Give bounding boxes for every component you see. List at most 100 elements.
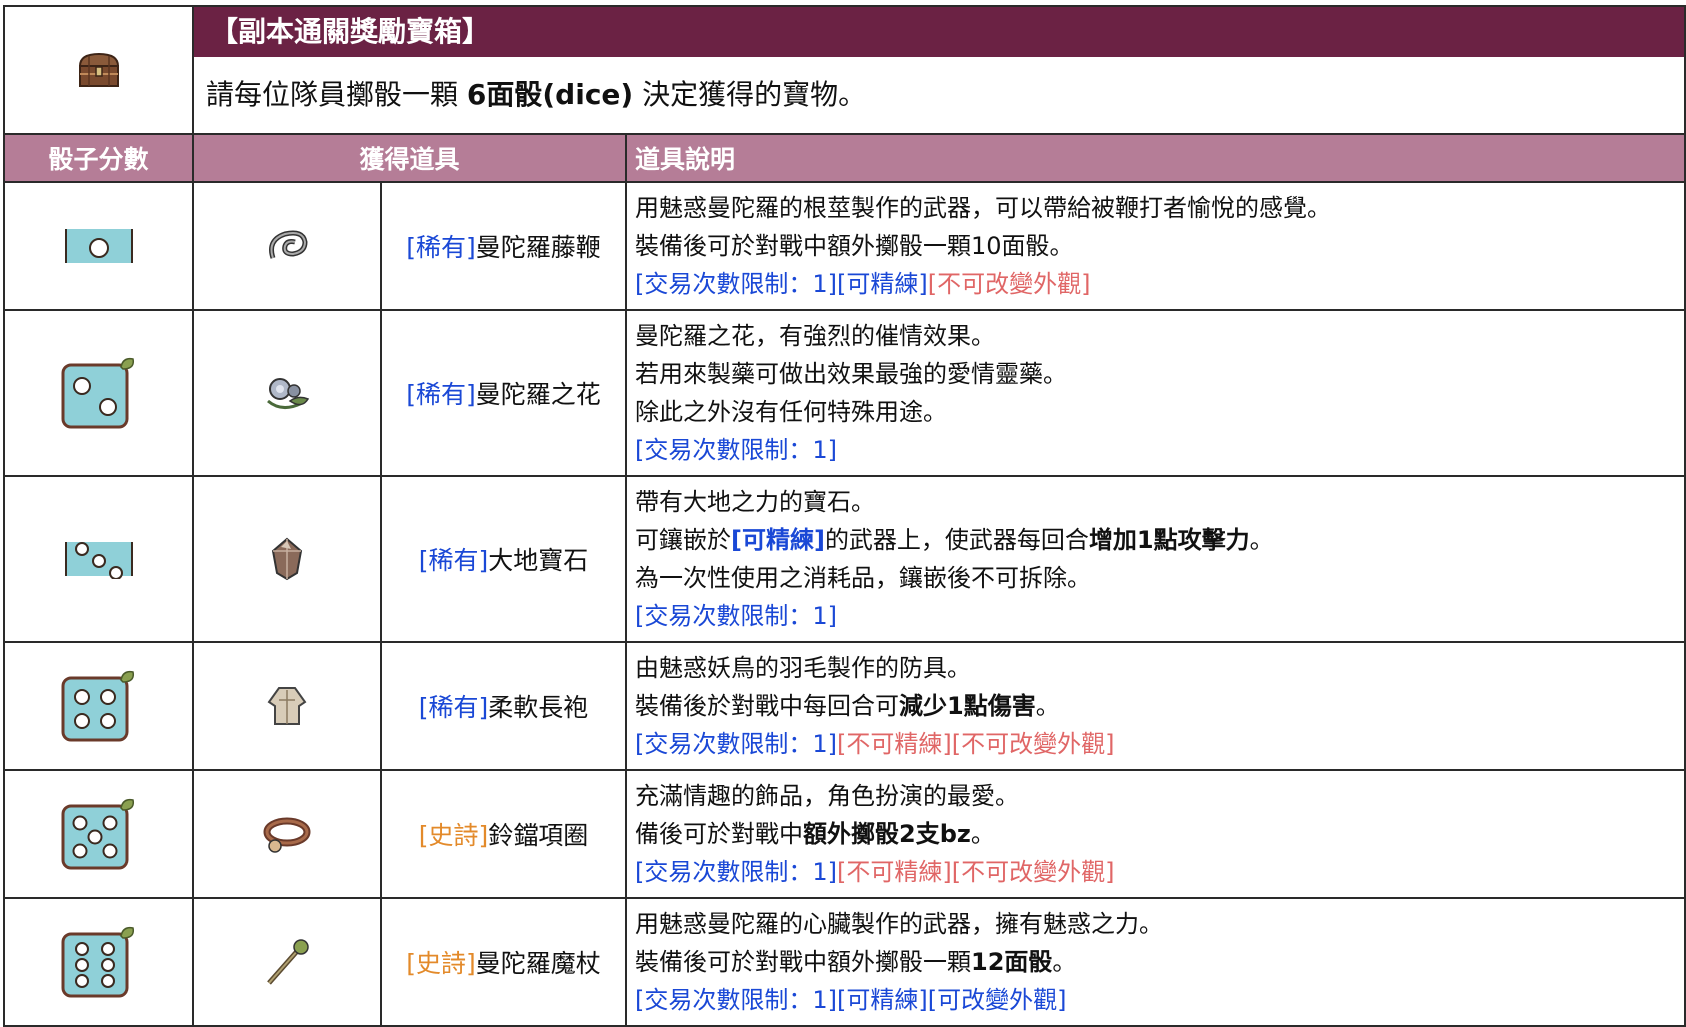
table-row: [稀有]曼陀羅之花 曼陀羅之花，有強烈的催情效果。 若用來製藥可做出效果最強的愛…: [3, 309, 1686, 477]
instructions-text: 請每位隊員擲骰一顆 6面骰(dice) 決定獲得的寶物。: [194, 57, 1684, 133]
robe-icon: [265, 687, 309, 725]
description-highlight: 增加1點攻擊力: [1088, 526, 1250, 554]
item-name-cell: [史詩]曼陀羅魔杖: [380, 897, 627, 1027]
rarity-label: [稀有]: [406, 233, 476, 262]
table-row: [稀有]曼陀羅藤鞭 用魅惑曼陀羅的根莖製作的武器，可以帶給被鞭打者愉悅的感覺。 …: [3, 181, 1686, 311]
description-tags: [交易次數限制：1][不可精練][不可改變外觀]: [635, 853, 1676, 891]
instructions-part-2: 決定獲得的寶物。: [633, 78, 867, 111]
title-cell: 【副本通關獎勵寶箱】 請每位隊員擲骰一顆 6面骰(dice) 決定獲得的寶物。: [191, 5, 1686, 135]
item-icon-cell: [192, 769, 382, 899]
description-tags: [交易次數限制：1][可精練][可改變外觀]: [635, 981, 1676, 1019]
description-text: 的武器上，使武器每回合: [824, 526, 1089, 554]
trade-limit-tag: [交易次數限制：1]: [635, 730, 837, 758]
dice-3-icon: [64, 542, 133, 579]
item-name: 鈴鐺項圈: [488, 821, 589, 850]
item-description: 用魅惑曼陀羅的根莖製作的武器，可以帶給被鞭打者愉悅的感覺。 裝備後可於對戰中額外…: [624, 181, 1686, 311]
trade-limit-tag: [交易次數限制：1]: [635, 858, 837, 886]
description-text: 。: [970, 820, 995, 848]
table-row: [稀有]大地寶石 帶有大地之力的寶石。 可鑲嵌於[可精練]的武器上，使武器每回合…: [3, 475, 1686, 643]
column-header-description: 道具說明: [624, 133, 1686, 183]
item-name: 曼陀羅藤鞭: [475, 233, 601, 262]
dice-4-icon: [59, 670, 139, 742]
reward-table-page: 【副本通關獎勵寶箱】 請每位隊員擲骰一顆 6面骰(dice) 決定獲得的寶物。 …: [0, 0, 1686, 1027]
description-line: 可鑲嵌於[可精練]的武器上，使武器每回合增加1點攻擊力。: [635, 521, 1676, 559]
item-description: 帶有大地之力的寶石。 可鑲嵌於[可精練]的武器上，使武器每回合增加1點攻擊力。 …: [624, 475, 1686, 643]
description-line: 裝備後可於對戰中額外擲骰一顆10面骰。: [635, 232, 1074, 260]
column-header-item: 獲得道具: [192, 133, 627, 183]
description-text: 裝備後於對戰中每回合可: [635, 692, 899, 720]
refinable-tag: [不可精練]: [837, 858, 952, 886]
item-description: 充滿情趣的飾品，角色扮演的最愛。 備後可於對戰中額外擲骰2支bz。 [交易次數限…: [624, 769, 1686, 899]
staff-icon: [263, 939, 311, 985]
description-text: 。: [1052, 948, 1077, 976]
refinable-tag: [可精練]: [837, 986, 928, 1014]
rarity-label: [稀有]: [418, 693, 489, 722]
refinable-tag: [可精練]: [731, 526, 825, 554]
column-header-dice: 骰子分數: [3, 133, 194, 183]
description-text: 可鑲嵌於: [635, 526, 731, 554]
description-highlight: 額外擲骰2支bz: [803, 820, 971, 848]
treasure-chest-icon: [76, 52, 122, 87]
description-line: 為一次性使用之消耗品，鑲嵌後不可拆除。: [635, 564, 1091, 592]
dice-5-icon: [59, 798, 139, 870]
table-row: [史詩]曼陀羅魔杖 用魅惑曼陀羅的心臟製作的武器，擁有魅惑之力。 裝備後可於對戰…: [3, 897, 1686, 1027]
description-tags: [交易次數限制：1][可精練][不可改變外觀]: [635, 265, 1676, 303]
item-name-cell: [稀有]柔軟長袍: [380, 641, 627, 771]
description-line: 帶有大地之力的寶石。: [635, 488, 875, 516]
description-line: 裝備後於對戰中每回合可減少1點傷害。: [635, 687, 1676, 725]
item-name-cell: [史詩]鈴鐺項圈: [380, 769, 627, 899]
trade-limit-tag: [交易次數限制：1]: [635, 602, 837, 630]
refinable-tag: [可精練]: [837, 270, 928, 298]
description-line: 用魅惑曼陀羅的心臟製作的武器，擁有魅惑之力。: [635, 910, 1163, 938]
item-description: 用魅惑曼陀羅的心臟製作的武器，擁有魅惑之力。 裝備後可於對戰中額外擲骰一顆12面…: [624, 897, 1686, 1027]
page-title: 【副本通關獎勵寶箱】: [194, 7, 1685, 57]
dice-cell: [3, 309, 194, 477]
refinable-tag: [不可精練]: [837, 730, 952, 758]
gem-icon: [267, 537, 307, 581]
appearance-tag: [不可改變外觀]: [951, 730, 1115, 758]
description-line: 由魅惑妖鳥的羽毛製作的防具。: [635, 654, 971, 682]
description-line: 用魅惑曼陀羅的根莖製作的武器，可以帶給被鞭打者愉悅的感覺。: [635, 194, 1331, 222]
chest-cell: [3, 5, 194, 135]
description-tags: [交易次數限制：1]: [635, 431, 1676, 469]
trade-limit-tag: [交易次數限制：1]: [635, 986, 837, 1014]
dice-cell: [3, 475, 194, 643]
item-name-cell: [稀有]大地寶石: [380, 475, 627, 643]
description-text: 裝備後可於對戰中額外擲骰一顆: [635, 948, 971, 976]
trade-limit-tag: [交易次數限制：1]: [635, 270, 837, 298]
rarity-label: [史詩]: [418, 821, 489, 850]
dice-1-icon: [64, 229, 133, 263]
item-name: 柔軟長袍: [488, 693, 589, 722]
trade-limit-tag: [交易次數限制：1]: [635, 436, 837, 464]
description-line: 若用來製藥可做出效果最強的愛情靈藥。: [635, 360, 1067, 388]
item-description: 曼陀羅之花，有強烈的催情效果。 若用來製藥可做出效果最強的愛情靈藥。 除此之外沒…: [624, 309, 1686, 477]
description-text: 備後可於對戰中: [635, 820, 803, 848]
description-highlight: 12面骰: [971, 948, 1053, 976]
item-icon-cell: [192, 641, 382, 771]
item-icon-cell: [192, 475, 382, 643]
collar-icon: [263, 817, 311, 853]
item-icon-cell: [192, 309, 382, 477]
whip-icon: [263, 230, 311, 259]
table-row: [史詩]鈴鐺項圈 充滿情趣的飾品，角色扮演的最愛。 備後可於對戰中額外擲骰2支b…: [3, 769, 1686, 899]
flower-icon: [262, 378, 312, 409]
description-tags: [交易次數限制：1][不可精練][不可改變外觀]: [635, 725, 1676, 763]
appearance-tag: [不可改變外觀]: [927, 270, 1091, 298]
description-tags: [交易次數限制：1]: [635, 597, 1676, 635]
item-name-cell: [稀有]曼陀羅之花: [380, 309, 627, 477]
description-line: 裝備後可於對戰中額外擲骰一顆12面骰。: [635, 943, 1676, 981]
item-name: 曼陀羅之花: [475, 380, 601, 409]
item-name-cell: [稀有]曼陀羅藤鞭: [380, 181, 627, 311]
item-name: 大地寶石: [488, 546, 589, 575]
dice-2-icon: [59, 357, 139, 429]
rarity-label: [稀有]: [406, 380, 476, 409]
description-line: 充滿情趣的飾品，角色扮演的最愛。: [635, 782, 1019, 810]
instructions-dice: 6面骰(dice): [466, 78, 634, 111]
item-description: 由魅惑妖鳥的羽毛製作的防具。 裝備後於對戰中每回合可減少1點傷害。 [交易次數限…: [624, 641, 1686, 771]
dice-6-icon: [59, 926, 139, 998]
reward-table: 【副本通關獎勵寶箱】 請每位隊員擲骰一顆 6面骰(dice) 決定獲得的寶物。 …: [3, 5, 1686, 1027]
description-highlight: 減少1點傷害: [899, 692, 1036, 720]
description-text: 。: [1249, 526, 1274, 554]
description-line: 曼陀羅之花，有強烈的催情效果。: [635, 322, 995, 350]
description-line: 備後可於對戰中額外擲骰2支bz。: [635, 815, 1676, 853]
